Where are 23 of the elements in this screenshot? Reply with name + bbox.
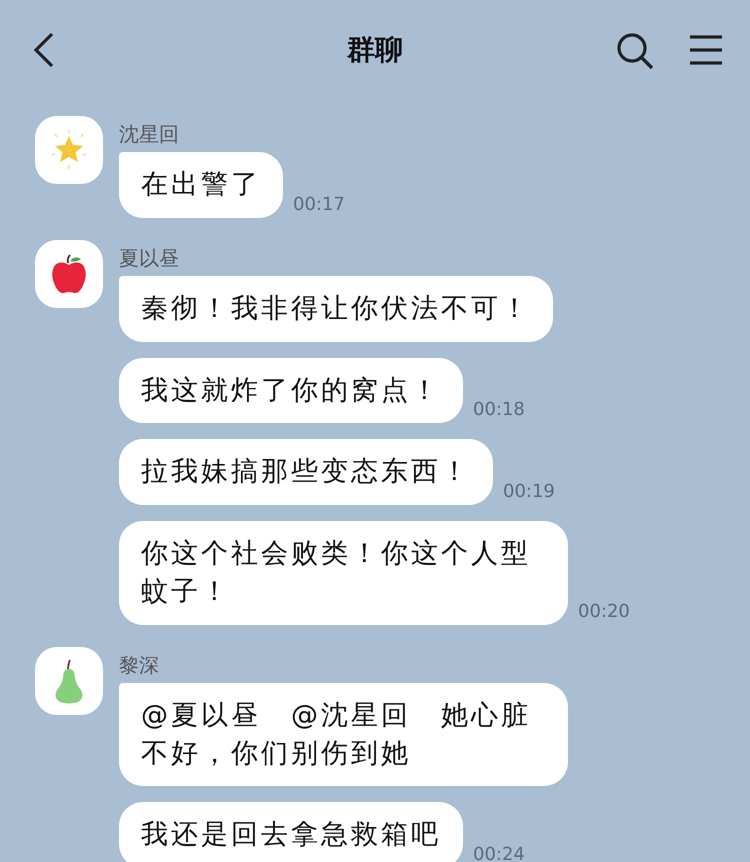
- message-time: 00:20: [578, 602, 630, 621]
- menu-icon[interactable]: [689, 35, 723, 65]
- chat-title: 群聊: [347, 32, 403, 68]
- message-bubble: 我这就炸了你的窝点！: [119, 358, 463, 424]
- star-icon: [49, 130, 89, 170]
- message-time: 00:18: [473, 401, 525, 420]
- message-bubble: 你这个社会败类！你这个人型蚊子！: [119, 521, 568, 625]
- pear-icon: [53, 658, 85, 704]
- apple-icon: [51, 252, 87, 295]
- sender-name: 黎深: [119, 654, 160, 675]
- message-time: 00:19: [503, 483, 555, 502]
- message-time: 00:24: [473, 846, 525, 862]
- search-icon[interactable]: [616, 32, 654, 70]
- sender-name: 沈星回: [119, 124, 180, 144]
- message-bubble: 秦彻！我非得让你伏法不可！: [119, 276, 553, 342]
- message-bubble: 在出警了: [119, 152, 283, 218]
- message-bubble: 拉我妹搞那些变态东西！: [119, 439, 493, 506]
- message-bubble: @夏以昼 @沈星回 她心脏不好，你们别伤到她: [119, 682, 568, 786]
- avatar[interactable]: [35, 240, 103, 308]
- message-bubble: 我还是回去拿急救箱吧: [119, 802, 463, 862]
- sender-name: 夏以昼: [119, 248, 180, 268]
- message-time: 00:17: [293, 196, 345, 214]
- back-icon[interactable]: [32, 32, 56, 68]
